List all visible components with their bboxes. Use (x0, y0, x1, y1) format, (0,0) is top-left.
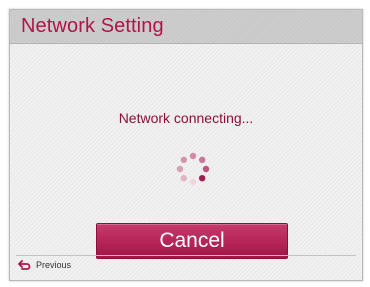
network-setting-dialog: Network Setting Network connecting... Ca… (9, 9, 363, 281)
dialog-body: Network connecting... Cancel Previous (10, 44, 362, 280)
footer-divider (16, 255, 356, 256)
previous-label: Previous (36, 260, 72, 270)
loading-spinner-icon (175, 151, 211, 187)
previous-button[interactable]: Previous (18, 260, 71, 270)
status-message: Network connecting... (118, 110, 254, 126)
title-bar: Network Setting (10, 10, 362, 44)
back-arrow-icon (18, 260, 31, 270)
dialog-footer: Previous (10, 250, 362, 280)
dialog-title: Network Setting (21, 15, 164, 37)
